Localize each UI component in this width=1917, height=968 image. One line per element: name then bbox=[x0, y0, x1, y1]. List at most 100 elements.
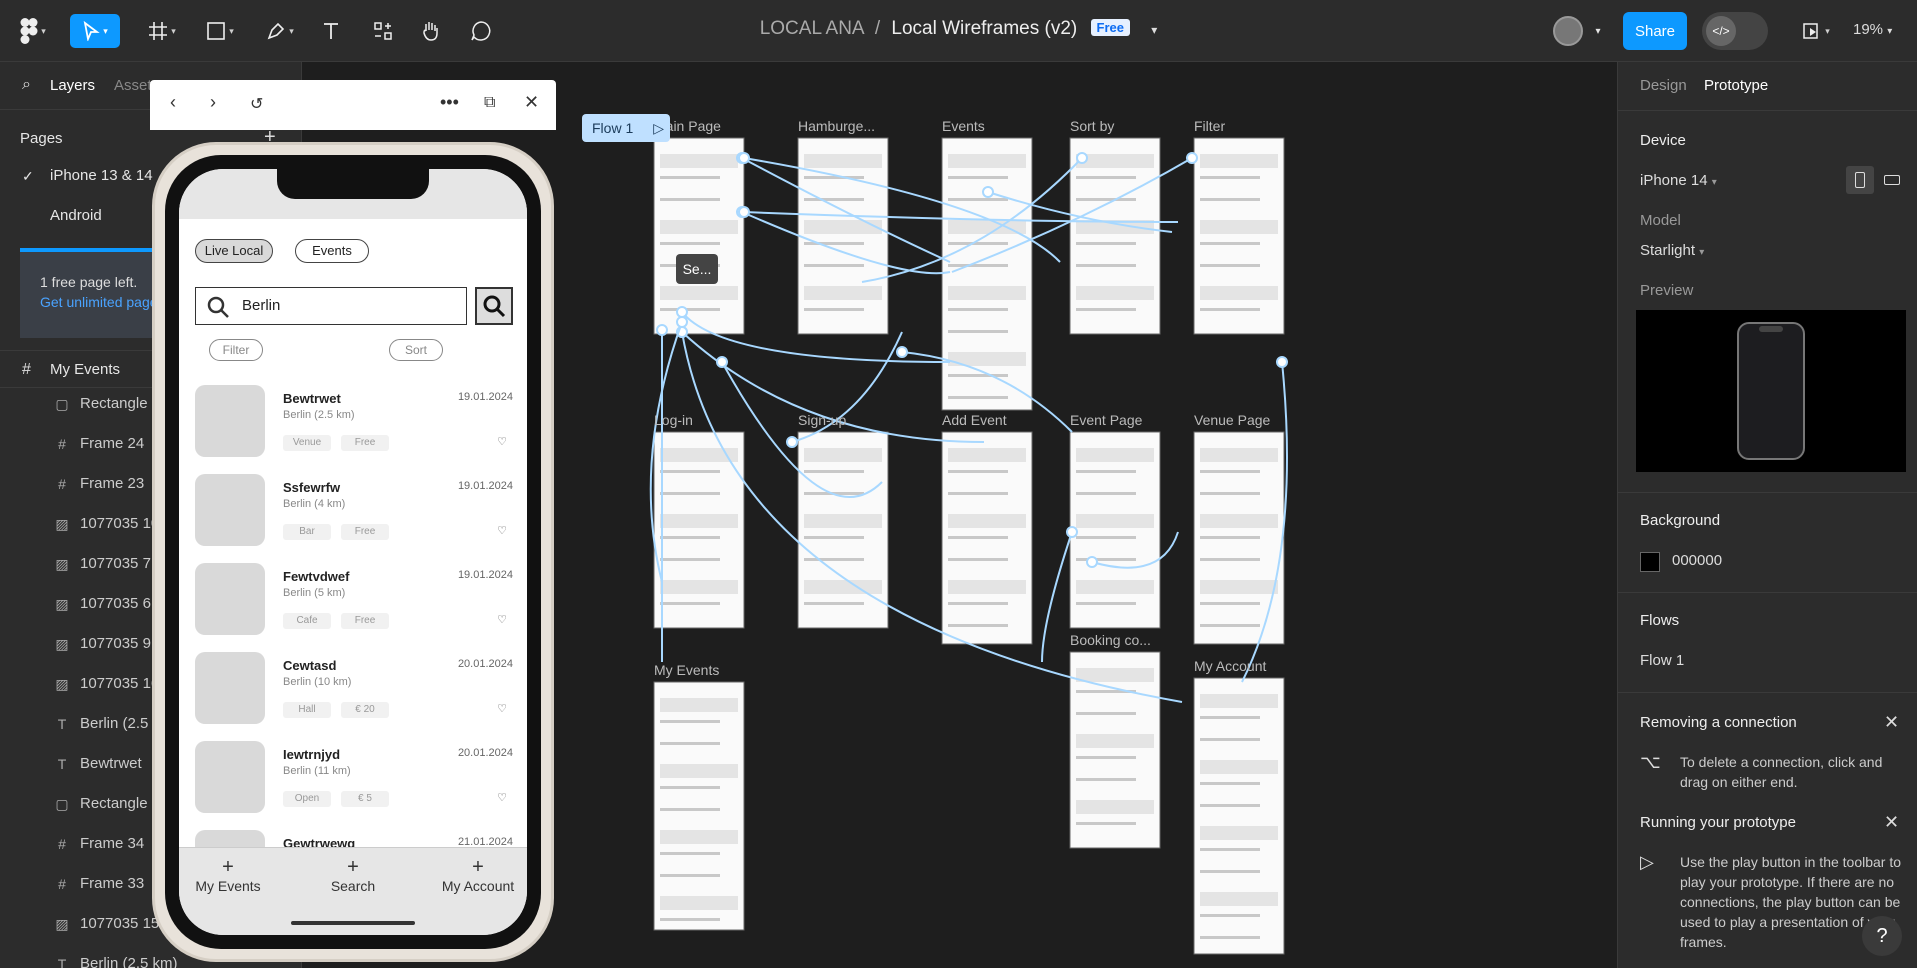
connection-handle[interactable] bbox=[1066, 526, 1078, 538]
connection-handle[interactable] bbox=[738, 206, 750, 218]
device-preview-phone bbox=[1737, 322, 1805, 460]
frame-icon: # bbox=[58, 836, 66, 852]
hand-tool-button[interactable] bbox=[416, 14, 446, 48]
search-input[interactable]: Berlin bbox=[195, 287, 467, 325]
frame-tool-button[interactable]: ▾ bbox=[140, 14, 184, 48]
text-tool-button[interactable] bbox=[316, 14, 346, 48]
file-name[interactable]: Local Wireframes (v2) bbox=[891, 18, 1077, 39]
open-external-icon[interactable]: ⧉ bbox=[484, 94, 495, 112]
share-button[interactable]: Share bbox=[1623, 12, 1687, 50]
frame-label[interactable]: Sort by bbox=[1070, 118, 1114, 134]
background-value[interactable]: 000000 bbox=[1672, 552, 1722, 569]
frame-label[interactable]: Sign-up bbox=[798, 412, 846, 428]
shape-tool-button[interactable]: ▾ bbox=[198, 14, 242, 48]
wireframe-element bbox=[1076, 734, 1154, 748]
tab-layers[interactable]: Layers bbox=[50, 77, 95, 94]
pen-tool-button[interactable]: ▾ bbox=[258, 14, 302, 48]
present-button[interactable]: ▾ bbox=[1796, 14, 1836, 48]
list-item[interactable]: Ssfewrfw Berlin (4 km) 19.01.2024 Bar Free ♡ bbox=[195, 474, 513, 550]
heart-icon[interactable]: ♡ bbox=[497, 791, 507, 804]
frame-label[interactable]: Venue Page bbox=[1194, 412, 1270, 428]
connection-handle[interactable] bbox=[1186, 152, 1198, 164]
close-icon[interactable]: ✕ bbox=[1884, 712, 1899, 733]
flow-item[interactable]: Flow 1 bbox=[1640, 652, 1684, 669]
heart-icon[interactable]: ♡ bbox=[497, 524, 507, 537]
wireframe-element bbox=[948, 198, 1008, 201]
wireframe-element bbox=[1076, 778, 1136, 781]
connection-handle[interactable] bbox=[1076, 152, 1088, 164]
wireframe-frame[interactable] bbox=[1193, 677, 1285, 955]
flow-start-badge[interactable]: Flow 1 ▷ bbox=[582, 114, 670, 142]
wireframe-element bbox=[660, 764, 738, 778]
help-button[interactable]: ? bbox=[1862, 916, 1902, 956]
connection-handle[interactable] bbox=[786, 436, 798, 448]
search-icon[interactable]: ⌕ bbox=[22, 76, 31, 94]
chevron-down-icon[interactable]: ▾ bbox=[1151, 23, 1157, 37]
divider bbox=[1618, 692, 1917, 693]
connection-handle[interactable] bbox=[676, 306, 688, 318]
main-page-button[interactable]: Se... bbox=[676, 254, 718, 284]
frame-label[interactable]: Hamburge... bbox=[798, 118, 875, 134]
connection-handle[interactable] bbox=[1276, 356, 1288, 368]
heart-icon[interactable]: ♡ bbox=[497, 702, 507, 715]
filter-button[interactable]: Filter bbox=[209, 339, 263, 361]
background-color-swatch[interactable] bbox=[1640, 552, 1660, 572]
phone-frame: Live Local Events Berlin Filter Sort Bew… bbox=[152, 142, 554, 962]
list-item[interactable]: Bewtrwet Berlin (2.5 km) 19.01.2024 Venue Fr… bbox=[195, 385, 513, 461]
heart-icon[interactable]: ♡ bbox=[497, 613, 507, 626]
model-select[interactable]: Starlight ▾ bbox=[1640, 242, 1704, 259]
avatar[interactable] bbox=[1553, 16, 1583, 46]
search-button[interactable] bbox=[475, 287, 513, 325]
tab-my-account[interactable]: + My Account bbox=[423, 856, 527, 894]
frame-label[interactable]: My Account bbox=[1194, 658, 1266, 674]
frame-label[interactable]: Events bbox=[942, 118, 985, 134]
connection-handle[interactable] bbox=[982, 186, 994, 198]
frame-label[interactable]: Event Page bbox=[1070, 412, 1142, 428]
live-local-button[interactable]: Live Local bbox=[195, 239, 273, 263]
tab-my-events[interactable]: + My Events bbox=[179, 856, 283, 894]
connection-handle[interactable] bbox=[738, 152, 750, 164]
wireframe-element bbox=[660, 286, 738, 300]
plus-icon: + bbox=[347, 856, 359, 878]
comment-tool-button[interactable] bbox=[466, 14, 496, 48]
main-menu-button[interactable]: ▾ bbox=[14, 14, 52, 48]
tab-design[interactable]: Design bbox=[1640, 77, 1687, 94]
tab-search[interactable]: + Search bbox=[298, 856, 408, 894]
connection-handle[interactable] bbox=[676, 316, 688, 328]
frame-label[interactable]: Booking co... bbox=[1070, 632, 1151, 648]
frame-label[interactable]: Log-in bbox=[654, 412, 693, 428]
zoom-level[interactable]: 19% ▾ bbox=[1853, 21, 1892, 38]
play-icon bbox=[1803, 23, 1818, 39]
wireframe-frame[interactable] bbox=[653, 681, 745, 931]
list-item[interactable]: Iewtrnjyd Berlin (11 km) 20.01.2024 Open € 5… bbox=[195, 741, 513, 817]
list-item[interactable]: Cewtasd Berlin (10 km) 20.01.2024 Hall € 20 ♡ bbox=[195, 652, 513, 728]
connection-handle[interactable] bbox=[656, 324, 668, 336]
connection-handle[interactable] bbox=[716, 356, 728, 368]
prototype-connection[interactable] bbox=[1041, 531, 1073, 663]
close-icon[interactable]: ✕ bbox=[524, 92, 539, 113]
move-tool-button[interactable]: ▾ bbox=[70, 14, 120, 48]
dev-mode-toggle[interactable]: </> bbox=[1702, 12, 1768, 50]
wireframe-element bbox=[1200, 936, 1260, 939]
sort-button[interactable]: Sort bbox=[389, 339, 443, 361]
tab-prototype[interactable]: Prototype bbox=[1704, 77, 1768, 94]
chevron-left-icon[interactable]: ‹ bbox=[170, 92, 176, 113]
frame-label[interactable]: Filter bbox=[1194, 118, 1225, 134]
events-button[interactable]: Events bbox=[295, 239, 369, 263]
chevron-right-icon[interactable]: › bbox=[210, 92, 216, 113]
connection-handle[interactable] bbox=[896, 346, 908, 358]
heart-icon[interactable]: ♡ bbox=[497, 435, 507, 448]
restart-icon[interactable]: ↺ bbox=[250, 94, 263, 114]
project-name[interactable]: LOCAL ANA bbox=[760, 18, 864, 39]
more-icon[interactable]: ••• bbox=[440, 92, 459, 113]
chevron-down-icon[interactable]: ▾ bbox=[1590, 14, 1606, 48]
frame-label[interactable]: Add Event bbox=[942, 412, 1007, 428]
connection-handle[interactable] bbox=[1086, 556, 1098, 568]
resources-button[interactable] bbox=[368, 14, 398, 48]
landscape-button[interactable] bbox=[1878, 166, 1906, 194]
device-select[interactable]: iPhone 14 ▾ bbox=[1640, 172, 1717, 189]
frame-label[interactable]: My Events bbox=[654, 662, 719, 678]
portrait-button[interactable] bbox=[1846, 166, 1874, 194]
list-item[interactable]: Fewtvdwef Berlin (5 km) 19.01.2024 Cafe Free… bbox=[195, 563, 513, 639]
close-icon[interactable]: ✕ bbox=[1884, 812, 1899, 833]
